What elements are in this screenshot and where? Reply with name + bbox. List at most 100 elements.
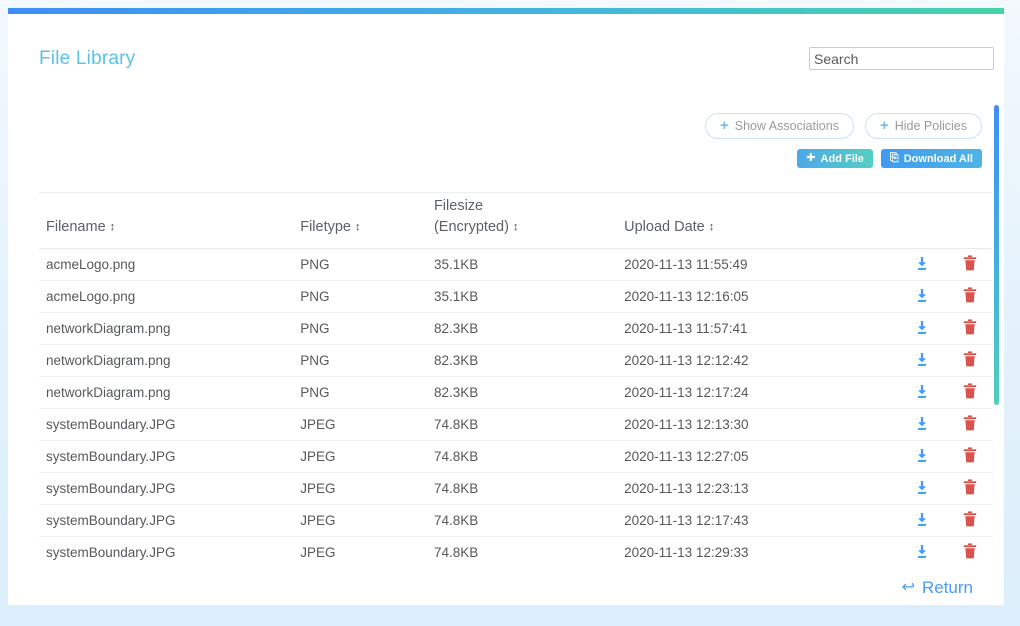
delete-file-button[interactable] [963,543,977,559]
cell-filesize: 35.1KB [433,248,625,281]
column-header-upload-date[interactable]: Upload Date ↕ [624,192,897,249]
return-arrow-icon: ↩ [901,579,915,596]
column-header-filename[interactable]: Filename ↕ [39,192,301,249]
column-header-filename-label: Filename [46,219,106,235]
show-associations-button[interactable]: + Show Associations [704,113,854,139]
cell-upload-date: 2020-11-13 12:27:05 [624,440,897,473]
cell-delete-action [946,248,993,281]
cell-upload-date: 2020-11-13 12:16:05 [624,280,897,313]
download-icon [917,480,926,494]
download-circle-icon: ⎘ [889,152,899,164]
page-header: File Library [8,14,1004,88]
add-file-button[interactable]: ✚ Add File [797,149,873,168]
return-link[interactable]: ↩ Return [902,578,973,598]
delete-file-button[interactable] [963,415,977,431]
delete-file-button[interactable] [963,511,977,527]
trash-icon [963,415,977,431]
trash-icon [963,479,977,495]
cell-upload-date: 2020-11-13 12:29:33 [624,536,897,562]
table-row: acmeLogo.png PNG 35.1KB 2020-11-13 12:16:05 [39,280,993,313]
column-header-filesize-sublabel: (Encrypted) [433,219,509,235]
cell-upload-date: 2020-11-13 12:17:24 [624,376,897,409]
hide-policies-label: Hide Policies [894,119,967,133]
secondary-toolbar: + Show Associations + Hide Policies [704,113,982,139]
cell-filesize: 74.8KB [433,472,625,505]
download-file-button[interactable] [915,512,929,527]
download-file-button[interactable] [915,544,929,559]
cell-filetype: PNG [300,344,434,377]
table-row: networkDiagram.png PNG 82.3KB 2020-11-13 12… [39,344,993,377]
download-file-button[interactable] [915,288,929,303]
trash-icon [963,543,977,559]
cell-filetype: PNG [300,280,434,313]
cell-filesize: 74.8KB [433,504,625,537]
table-row: networkDiagram.png PNG 82.3KB 2020-11-13 12… [39,376,993,409]
cell-delete-action [946,472,993,505]
download-icon [917,320,926,334]
cell-filetype: JPEG [300,472,434,505]
download-icon [917,448,926,462]
cell-download-action [896,248,947,281]
cell-filesize: 35.1KB [433,280,625,313]
download-file-button[interactable] [915,352,929,367]
sort-icon: ↕ [355,221,361,233]
cell-download-action [896,344,947,377]
hide-policies-button[interactable]: + Hide Policies [864,113,982,139]
cell-delete-action [946,504,993,537]
search-input[interactable] [809,47,994,70]
cell-filename: acmeLogo.png [39,280,301,313]
download-icon [917,384,926,398]
download-icon [917,416,926,430]
cell-filetype: PNG [300,248,434,281]
delete-file-button[interactable] [963,383,977,399]
download-file-button[interactable] [915,448,929,463]
delete-file-button[interactable] [963,255,977,271]
cell-filename: systemBoundary.JPG [39,536,301,562]
delete-file-button[interactable] [963,319,977,335]
plus-icon: + [879,117,889,134]
column-header-delete [946,192,993,249]
cell-filesize: 82.3KB [433,344,625,377]
column-header-filesize[interactable]: Filesize (Encrypted) ↕ [433,192,625,249]
table-row: systemBoundary.JPG JPEG 74.8KB 2020-11-13 1… [39,504,993,537]
cell-upload-date: 2020-11-13 12:13:30 [624,408,897,441]
delete-file-button[interactable] [963,447,977,463]
cell-filesize: 74.8KB [433,408,625,441]
column-header-filetype[interactable]: Filetype ↕ [300,192,434,249]
cell-delete-action [946,376,993,409]
cell-filename: systemBoundary.JPG [39,504,301,537]
table-row: systemBoundary.JPG JPEG 74.8KB 2020-11-13 1… [39,472,993,505]
cell-download-action [896,536,947,562]
download-file-button[interactable] [915,384,929,399]
cell-filename: systemBoundary.JPG [39,472,301,505]
cell-filetype: JPEG [300,536,434,562]
trash-icon [963,447,977,463]
cell-filetype: JPEG [300,504,434,537]
download-file-button[interactable] [915,416,929,431]
sort-icon: ↕ [708,221,715,233]
show-associations-label: Show Associations [734,119,839,133]
sort-icon: ↕ [512,221,519,233]
delete-file-button[interactable] [963,351,977,367]
cell-filesize: 74.8KB [433,536,625,562]
cell-filesize: 74.8KB [433,440,625,473]
cell-upload-date: 2020-11-13 12:12:42 [624,344,897,377]
cell-filetype: PNG [300,312,434,345]
cell-filename: networkDiagram.png [39,376,301,409]
column-header-download [896,192,947,249]
cell-upload-date: 2020-11-13 12:23:13 [624,472,897,505]
cell-download-action [896,440,947,473]
download-file-button[interactable] [915,320,929,335]
delete-file-button[interactable] [963,479,977,495]
cell-download-action [896,408,947,441]
download-icon [917,512,926,526]
download-all-button[interactable]: ⎘ Download All [880,149,982,168]
cell-delete-action [946,280,993,313]
table-row: networkDiagram.png PNG 82.3KB 2020-11-13 11… [39,312,993,345]
download-file-button[interactable] [915,256,929,271]
download-file-button[interactable] [915,480,929,495]
delete-file-button[interactable] [963,287,977,303]
cell-download-action [896,280,947,313]
column-header-filesize-label: Filesize [433,198,484,214]
vertical-scrollbar-thumb[interactable] [994,105,999,405]
